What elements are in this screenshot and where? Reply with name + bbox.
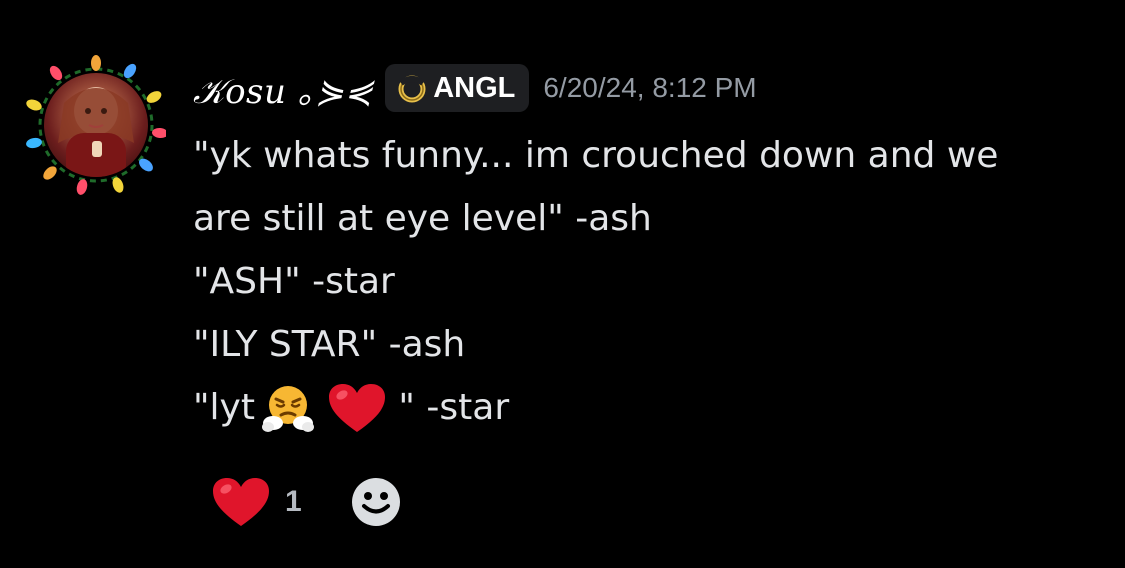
reaction-count: 1 — [285, 485, 302, 518]
message-line: "ILY STAR" -ash — [193, 324, 466, 365]
message-line: "lyt " -star — [193, 376, 1113, 439]
chat-message: 𝒦osu ｡⋟⋞ ANGL 6/20/24, 8:12 PM "yk whats… — [0, 0, 1125, 568]
role-tag-label: ANGL — [433, 71, 516, 104]
message-line-suffix: " -star — [386, 387, 510, 428]
avatar[interactable] — [26, 55, 166, 195]
reactions-bar: 1 — [193, 470, 402, 534]
username[interactable]: 𝒦osu ｡⋟⋞ — [193, 64, 373, 113]
reaction-red-heart[interactable]: 1 — [193, 470, 316, 534]
message-line: "ASH" -star — [193, 261, 395, 302]
message-line: are still at eye level" -ash — [193, 198, 652, 239]
message-line-prefix: "lyt — [193, 387, 255, 428]
smiley-add-reaction-icon — [351, 478, 400, 526]
message-content: "yk whats funny... im crouched down and … — [193, 124, 1113, 439]
red-heart-icon — [213, 478, 269, 526]
timestamp: 6/20/24, 8:12 PM — [543, 72, 757, 103]
role-tag[interactable]: ANGL — [385, 64, 530, 112]
face-with-steam-from-nose-icon — [261, 385, 314, 432]
lights-frame-decoration — [26, 55, 166, 195]
add-reaction-button[interactable] — [350, 476, 402, 528]
red-heart-icon — [328, 383, 385, 432]
halo-icon — [398, 75, 426, 103]
message-line: "yk whats funny... im crouched down and … — [193, 135, 999, 176]
message-header: 𝒦osu ｡⋟⋞ ANGL 6/20/24, 8:12 PM — [193, 60, 757, 116]
